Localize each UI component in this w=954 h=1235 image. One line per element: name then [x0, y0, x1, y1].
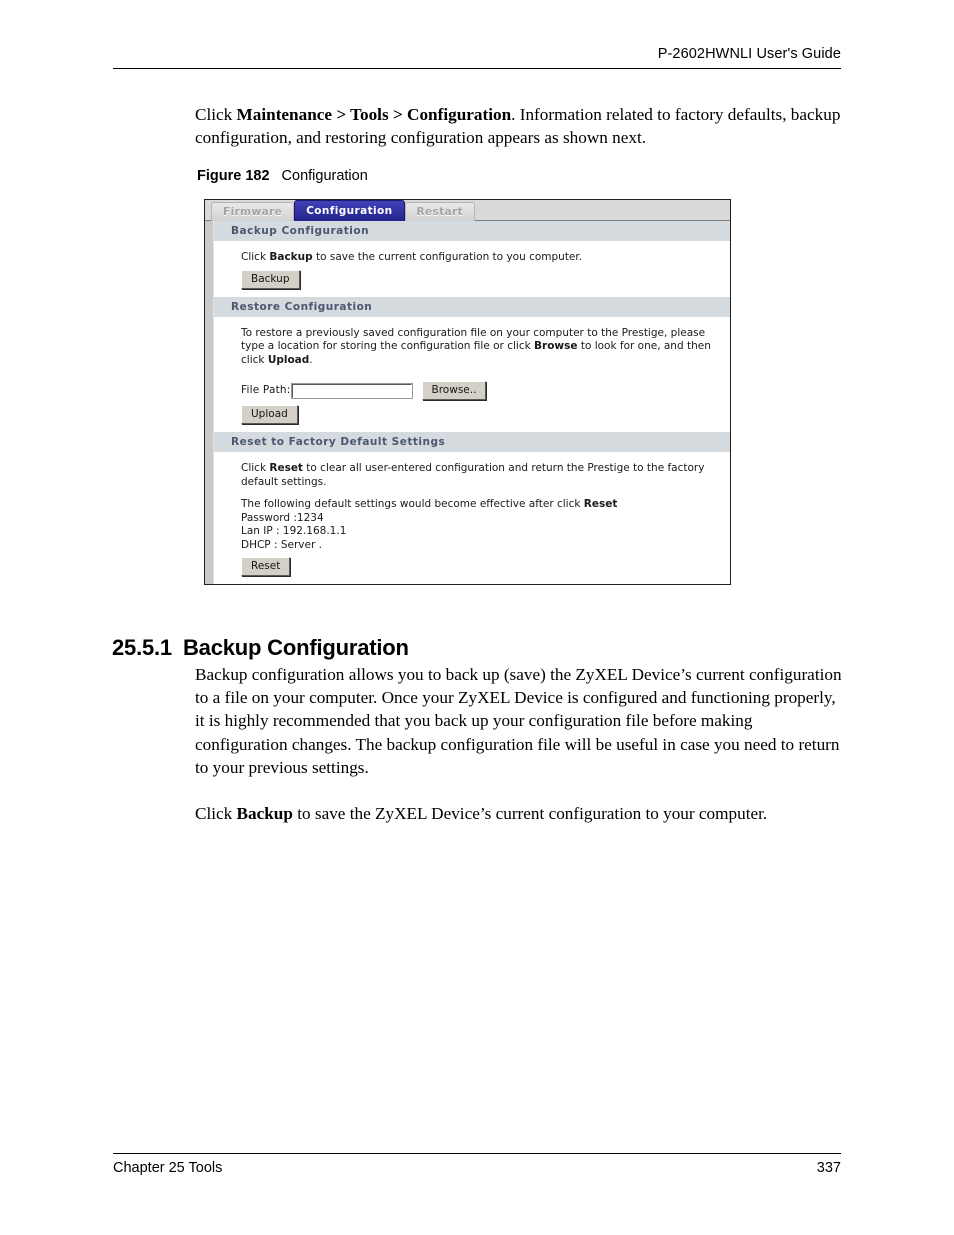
page-header: P-2602HWNLI User's Guide	[113, 46, 841, 69]
restore-instruction-bold-browse: Browse	[534, 340, 578, 352]
file-path-row: File Path: Browse..	[241, 381, 730, 400]
backup-button-row: Backup	[241, 269, 730, 289]
upload-button[interactable]: Upload	[241, 405, 298, 424]
backup-button[interactable]: Backup	[241, 269, 300, 289]
default-setting-password: Password :1234	[241, 511, 324, 524]
footer-page-number: 337	[816, 1160, 841, 1176]
figure-label: Figure 182	[197, 168, 270, 184]
footer-rule	[113, 1153, 841, 1154]
configuration-screenshot: Firmware Configuration Restart Backup Conf…	[204, 199, 731, 585]
reset-section-body: Click Reset to clear all user-entered co…	[214, 453, 730, 584]
intro-separator-1: >	[332, 105, 351, 124]
section-heading: 25.5.1 Backup Configuration	[112, 635, 409, 661]
intro-paragraph: Click Maintenance > Tools > Configuratio…	[195, 103, 843, 149]
reset-section-header: Reset to Factory Default Settings	[214, 432, 730, 453]
intro-menu-configuration: Configuration	[407, 105, 512, 124]
intro-separator-2: >	[388, 105, 408, 124]
section-title: Backup Configuration	[182, 635, 409, 661]
reset-effective-bold: Reset	[583, 498, 618, 510]
file-path-label: File Path:	[241, 383, 291, 396]
footer-row: Chapter 25 Tools 337	[113, 1160, 841, 1176]
intro-menu-maintenance: Maintenance	[236, 105, 333, 124]
panel-left-rail	[205, 221, 214, 584]
reset-button-row: Reset	[241, 557, 730, 576]
intro-menu-tools: Tools	[350, 105, 389, 124]
browse-button[interactable]: Browse..	[421, 381, 487, 400]
reset-instruction-bold: Reset	[269, 462, 303, 474]
section-paragraph-1: Backup configuration allows you to back …	[195, 665, 842, 777]
default-settings-list: Password :1234 Lan IP : 192.168.1.1 DHCP…	[241, 512, 730, 553]
section-paragraph-2-prefix: Click	[195, 804, 237, 824]
footer-chapter-label: Chapter 25 Tools	[113, 1160, 223, 1176]
header-rule	[113, 68, 841, 69]
intro-click-word: Click	[195, 105, 237, 124]
backup-instruction-suffix: to save the current configuration to you…	[312, 251, 583, 263]
figure-caption: Figure 182 Configuration	[197, 168, 368, 184]
restore-instruction-bold-upload: Upload	[267, 353, 310, 366]
tab-restart[interactable]: Restart	[404, 202, 476, 221]
backup-instruction-bold: Backup	[269, 251, 313, 263]
reset-instruction-part1: Click	[241, 462, 270, 474]
backup-section-header: Backup Configuration	[214, 221, 730, 242]
header-title: P-2602HWNLI User's Guide	[657, 46, 841, 62]
reset-effective-prefix: The following default settings would bec…	[241, 498, 584, 510]
reset-button[interactable]: Reset	[241, 557, 291, 576]
section-number: 25.5.1	[112, 635, 172, 661]
default-setting-dhcp: DHCP : Server .	[241, 538, 322, 551]
panel-content: Backup Configuration Click Backup to sav…	[214, 221, 730, 584]
figure-title: Configuration	[281, 168, 368, 184]
section-paragraph-2-suffix: to save the ZyXEL Device’s current confi…	[292, 804, 768, 824]
reset-instruction-part2: to clear all user-entered configuration …	[241, 462, 705, 488]
backup-section-body: Click Backup to save the current configu…	[214, 242, 730, 297]
restore-section-body: To restore a previously saved configurat…	[214, 318, 730, 433]
backup-instruction: Click Backup to save the current configu…	[241, 251, 730, 265]
configuration-panel: Backup Configuration Click Backup to sav…	[205, 221, 730, 584]
section-body: Backup configuration allows you to back …	[195, 663, 845, 825]
tab-configuration[interactable]: Configuration	[294, 200, 405, 221]
restore-instruction: To restore a previously saved configurat…	[241, 327, 730, 368]
reset-effective-line: The following default settings would bec…	[241, 498, 730, 512]
restore-instruction-part3: .	[309, 353, 313, 366]
default-setting-lan-ip: Lan IP : 192.168.1.1	[241, 525, 347, 537]
tab-strip: Firmware Configuration Restart	[205, 200, 730, 221]
file-path-input[interactable]	[290, 382, 413, 399]
tab-firmware[interactable]: Firmware	[211, 202, 295, 221]
upload-button-row: Upload	[241, 405, 730, 424]
section-paragraph-2: Click Backup to save the ZyXEL Device’s …	[195, 802, 845, 825]
restore-section-header: Restore Configuration	[214, 296, 730, 318]
reset-instruction: Click Reset to clear all user-entered co…	[241, 462, 730, 489]
section-paragraph-2-bold: Backup	[236, 804, 293, 824]
document-page: P-2602HWNLI User's Guide Click Maintenan…	[0, 0, 954, 1235]
page-footer: Chapter 25 Tools 337	[113, 1153, 841, 1176]
backup-instruction-prefix: Click	[241, 251, 270, 263]
